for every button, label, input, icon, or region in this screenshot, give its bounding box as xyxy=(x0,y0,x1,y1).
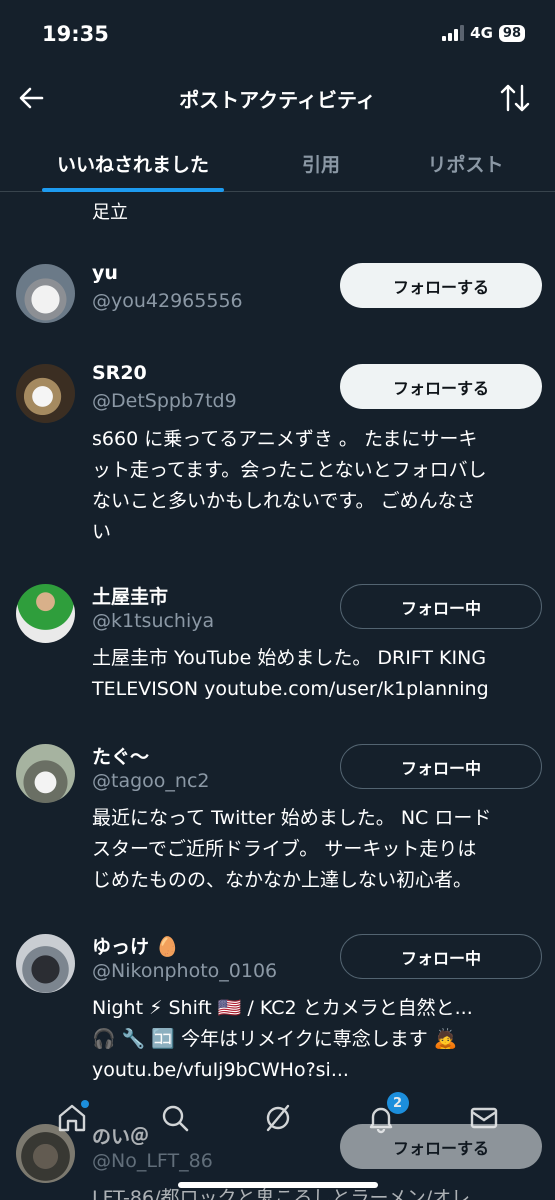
nav-search[interactable] xyxy=(155,1098,195,1138)
avatar[interactable] xyxy=(16,744,75,803)
nav-home[interactable] xyxy=(52,1098,92,1138)
user-bio: 最近になって Twitter 始めました。 NC ロード スターでご近所ドライブ… xyxy=(92,803,544,896)
bio-line: 🎧 🔧 🈁 今年はリメイクに専念します 🙇 xyxy=(92,1028,458,1050)
bottom-nav: 2 xyxy=(0,1078,555,1158)
nav-grok[interactable] xyxy=(258,1098,298,1138)
bio-line: TELEVISON youtube.com/user/k1planning xyxy=(92,678,489,700)
bio-line: 最近になって Twitter 始めました。 NC ロード xyxy=(92,807,492,829)
status-bar: 19:35 4G 98 xyxy=(0,0,555,68)
avatar[interactable] xyxy=(16,584,75,643)
following-button[interactable]: フォロー中 xyxy=(340,744,542,789)
user-name: 土屋圭市 xyxy=(92,586,169,608)
tab-reposts[interactable]: リポスト xyxy=(376,136,555,191)
avatar[interactable] xyxy=(16,264,75,323)
grok-icon xyxy=(266,1104,289,1132)
user-name: SR20 xyxy=(92,362,147,384)
user-bio: Night ⚡ Shift 🇺🇸 / KC2 とカメラと自然と... 🎧 🔧 🈁… xyxy=(92,993,544,1086)
bio-line: ット走ってます。会ったことないとフォロバし xyxy=(92,459,487,481)
user-bio: 土屋圭市 YouTube 始めました。 DRIFT KING TELEVISON… xyxy=(92,643,544,705)
user-name: たぐ〜 xyxy=(92,746,150,768)
tab-likes-label: いいねされました xyxy=(56,154,209,176)
bio-line: じめたものの、なかなか上達しない初心者。 xyxy=(92,869,473,891)
page-title: ポストアクティビティ xyxy=(179,88,376,112)
bio-line: ないこと多いかもしれないです。 ごめんなさ xyxy=(92,490,476,512)
user-handle: @tagoo_nc2 xyxy=(92,770,210,792)
user-name: yu xyxy=(92,262,118,284)
bio-line: 土屋圭市 YouTube 始めました。 DRIFT KING xyxy=(92,647,487,669)
bio-line: い xyxy=(92,521,112,543)
user-handle: @you42965556 xyxy=(92,290,243,312)
status-time: 19:35 xyxy=(42,22,109,46)
follow-button[interactable]: フォローする xyxy=(340,263,542,308)
tab-quotes[interactable]: 引用 xyxy=(266,136,376,191)
sort-icon[interactable] xyxy=(497,80,533,116)
user-handle: @Nikonphoto_0106 xyxy=(92,960,278,982)
bio-line: スターでご近所ドライブ。 サーキット走りは xyxy=(92,838,477,860)
avatar[interactable] xyxy=(16,934,75,993)
status-indicators: 4G 98 xyxy=(442,24,525,42)
user-handle: @DetSppb7td9 xyxy=(92,390,237,412)
battery-icon: 98 xyxy=(498,24,525,42)
tab-reposts-label: リポスト xyxy=(427,154,504,176)
nav-messages[interactable] xyxy=(464,1098,504,1138)
notification-badge: 2 xyxy=(386,1092,409,1114)
bio-line: s660 に乗ってるアニメずき 。 たまにサーキ xyxy=(92,428,478,450)
user-row-k1tsuchiya[interactable]: 土屋圭市 @k1tsuchiya フォロー中 土屋圭市 YouTube 始めまし… xyxy=(0,578,555,718)
following-button[interactable]: フォロー中 xyxy=(340,584,542,629)
user-row-yu[interactable]: yu @you42965556 フォローする xyxy=(0,254,555,354)
following-button[interactable]: フォロー中 xyxy=(340,934,542,979)
tab-likes[interactable]: いいねされました xyxy=(0,136,266,192)
avatar[interactable] xyxy=(16,364,75,423)
tab-quotes-label: 引用 xyxy=(301,154,340,176)
nav-notifications[interactable]: 2 xyxy=(361,1092,409,1138)
user-row-tagoo[interactable]: たぐ〜 @tagoo_nc2 フォロー中 最近になって Twitter 始めまし… xyxy=(0,738,555,918)
search-icon xyxy=(162,1105,188,1132)
user-row-sr20[interactable]: SR20 @DetSppb7td9 フォローする s660 に乗ってるアニメずき… xyxy=(0,356,555,566)
mail-icon xyxy=(470,1107,497,1129)
home-unread-dot xyxy=(80,1100,89,1108)
partial-bio-text: 足立 xyxy=(92,202,128,223)
follow-button[interactable]: フォローする xyxy=(340,364,542,409)
signal-icon xyxy=(442,25,465,41)
user-list: 足立 yu @you42965556 フォローする SR20 @DetSppb7… xyxy=(0,192,555,1200)
tab-bar: いいねされました 引用 リポスト xyxy=(0,136,555,192)
bio-line: Night ⚡ Shift 🇺🇸 / KC2 とカメラと自然と... xyxy=(92,997,473,1019)
user-name: ゆっけ 🥚 xyxy=(92,936,180,958)
header: ポストアクティビティ xyxy=(0,68,555,128)
home-indicator xyxy=(178,1182,378,1188)
user-bio: s660 に乗ってるアニメずき 。 たまにサーキ ット走ってます。会ったことない… xyxy=(92,424,544,548)
network-type: 4G xyxy=(470,24,493,42)
user-handle: @k1tsuchiya xyxy=(92,610,215,632)
